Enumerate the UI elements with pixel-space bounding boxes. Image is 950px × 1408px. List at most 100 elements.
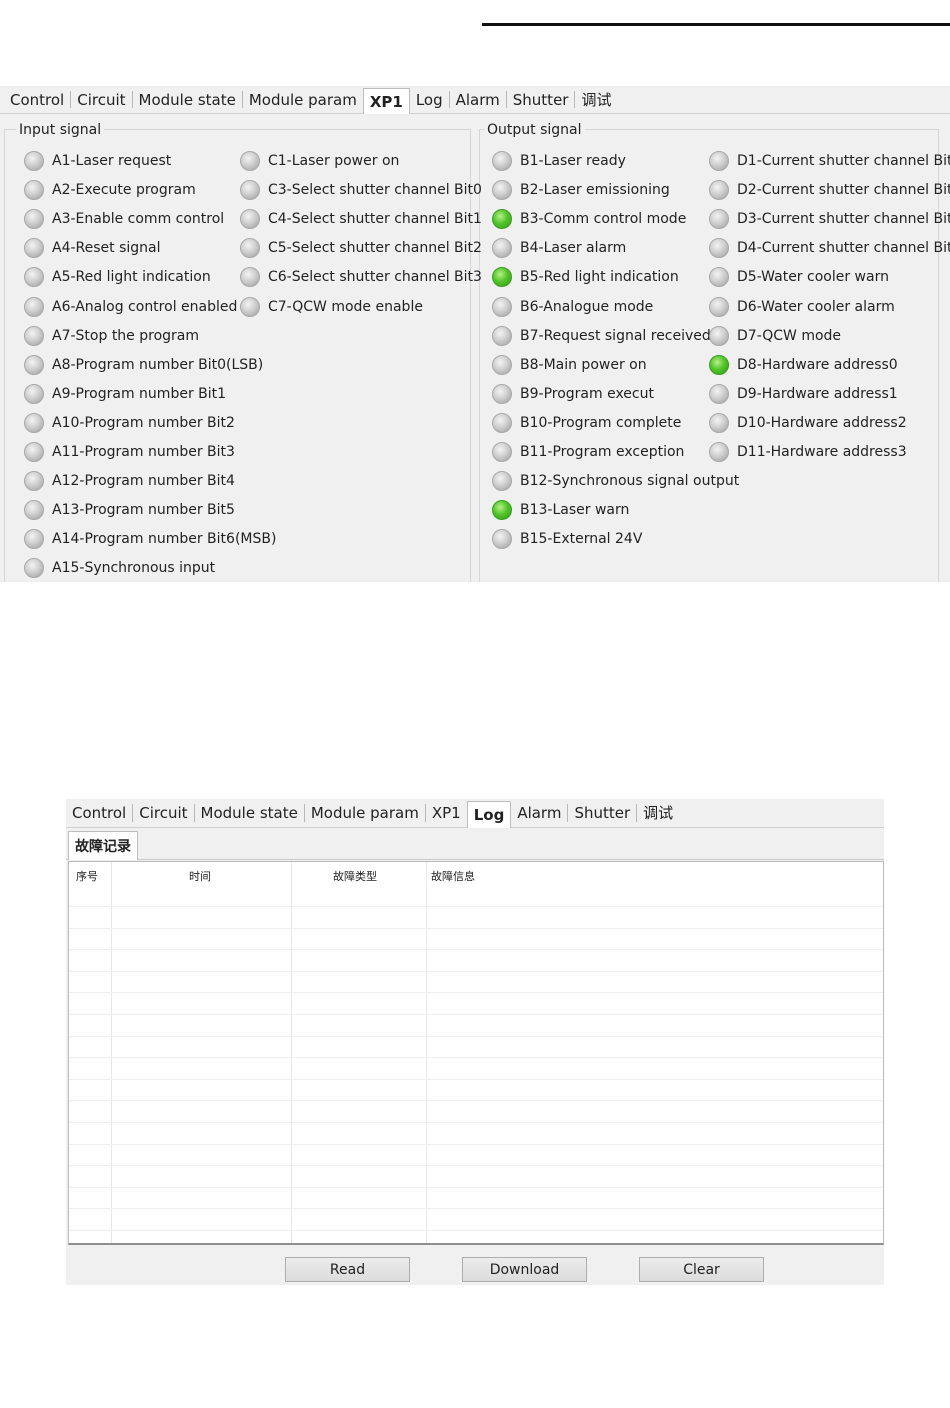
signal-label: A11-Program number Bit3 bbox=[52, 444, 235, 460]
signal-row: A9-Program number Bit1 bbox=[24, 383, 227, 404]
led-indicator-icon bbox=[24, 238, 44, 259]
tab-3[interactable]: Module param bbox=[243, 91, 364, 109]
signal-label: A1-Laser request bbox=[52, 153, 172, 169]
signal-row: D11-Hardware address3 bbox=[709, 442, 907, 462]
tab-7[interactable]: Shutter bbox=[507, 91, 576, 109]
signal-label: A13-Program number Bit5 bbox=[52, 502, 235, 519]
log-subtab-bar: 故障记录 bbox=[66, 828, 884, 860]
signal-row: B12-Synchronous signal output bbox=[492, 471, 740, 492]
signal-row: A11-Program number Bit3 bbox=[24, 442, 235, 462]
led-indicator-icon bbox=[240, 267, 260, 288]
signal-label: A15-Synchronous input bbox=[52, 560, 216, 577]
signal-label: C3-Select shutter channel Bit0 bbox=[268, 182, 482, 199]
led-indicator-icon bbox=[492, 383, 512, 404]
signal-label: A12-Program number Bit4 bbox=[52, 473, 235, 490]
signal-label: D3-Current shutter channel Bit2 bbox=[737, 211, 950, 228]
signal-label: A3-Enable comm control bbox=[52, 211, 225, 228]
signal-row: D6-Water cooler alarm bbox=[709, 296, 895, 317]
signal-label: A4-Reset signal bbox=[52, 240, 161, 257]
tab-4[interactable]: XP1 bbox=[362, 88, 410, 114]
led-indicator-icon bbox=[492, 209, 512, 230]
signal-row: B1-Laser ready bbox=[492, 151, 626, 171]
signal-label: A9-Program number Bit1 bbox=[52, 385, 227, 402]
signal-label: C7-QCW mode enable bbox=[268, 298, 423, 315]
signal-row: B9-Program execut bbox=[492, 383, 654, 404]
signal-row: B15-External 24V bbox=[492, 529, 642, 550]
signal-label: B12-Synchronous signal output bbox=[520, 473, 740, 490]
led-indicator-icon bbox=[240, 238, 260, 259]
signal-label: B1-Laser ready bbox=[520, 153, 626, 169]
tab-fault-record[interactable]: 故障记录 bbox=[68, 831, 138, 860]
tab-3[interactable]: Module param bbox=[305, 804, 426, 822]
signal-label: B4-Laser alarm bbox=[520, 240, 627, 257]
signal-label: D10-Hardware address2 bbox=[737, 414, 907, 431]
tab-2[interactable]: Module state bbox=[133, 91, 243, 109]
signal-row: A15-Synchronous input bbox=[24, 558, 216, 579]
signal-label: D11-Hardware address3 bbox=[737, 444, 907, 460]
signal-row: B2-Laser emissioning bbox=[492, 180, 670, 201]
tab-2[interactable]: Module state bbox=[195, 804, 305, 822]
signal-label: C4-Select shutter channel Bit1 bbox=[268, 211, 482, 228]
led-indicator-icon bbox=[492, 500, 512, 521]
tab-1[interactable]: Circuit bbox=[71, 91, 133, 109]
row-divider bbox=[69, 1186, 883, 1188]
led-indicator-icon bbox=[24, 529, 44, 550]
top-rule-divider bbox=[482, 23, 950, 26]
signal-row: A4-Reset signal bbox=[24, 238, 161, 259]
column-header-fault-info[interactable]: 故障信息 bbox=[431, 868, 475, 884]
tab-0[interactable]: Control bbox=[66, 804, 134, 822]
signal-row: C3-Select shutter channel Bit0 bbox=[240, 180, 482, 201]
signal-label: A7-Stop the program bbox=[52, 327, 199, 344]
signal-row: D1-Current shutter channel Bit0 bbox=[709, 151, 950, 171]
column-header-index[interactable]: 序号 bbox=[76, 868, 98, 884]
led-indicator-icon bbox=[492, 442, 512, 462]
signal-row: A6-Analog control enabled bbox=[24, 296, 237, 317]
signal-row: B4-Laser alarm bbox=[492, 238, 627, 259]
signal-label: B2-Laser emissioning bbox=[520, 182, 670, 199]
xp1-panel: Control Circuit Module state Module param XP… bbox=[0, 86, 950, 582]
led-indicator-icon bbox=[709, 151, 729, 171]
signal-row: A13-Program number Bit5 bbox=[24, 500, 235, 521]
row-divider bbox=[69, 949, 883, 951]
led-indicator-icon bbox=[24, 209, 44, 230]
led-indicator-icon bbox=[709, 442, 729, 462]
led-indicator-icon bbox=[24, 383, 44, 404]
signal-row: A3-Enable comm control bbox=[24, 209, 225, 230]
tab-4[interactable]: XP1 bbox=[426, 804, 468, 822]
signal-row: C7-QCW mode enable bbox=[240, 296, 423, 317]
tab-1[interactable]: Circuit bbox=[133, 804, 195, 822]
led-indicator-icon bbox=[492, 412, 512, 433]
signal-row: D7-QCW mode bbox=[709, 325, 841, 346]
fault-log-table[interactable]: 序号 时间 故障类型 故障信息 bbox=[68, 861, 884, 1245]
signal-label: C6-Select shutter channel Bit3 bbox=[268, 269, 482, 286]
signal-row: C6-Select shutter channel Bit3 bbox=[240, 267, 482, 288]
signal-label: A14-Program number Bit6(MSB) bbox=[52, 531, 277, 548]
led-indicator-icon bbox=[492, 238, 512, 259]
led-indicator-icon bbox=[492, 267, 512, 288]
clear-button[interactable]: Clear bbox=[639, 1257, 764, 1282]
download-button[interactable]: Download bbox=[462, 1257, 587, 1282]
led-indicator-icon bbox=[709, 209, 729, 230]
led-indicator-icon bbox=[24, 412, 44, 433]
row-divider bbox=[69, 1035, 883, 1037]
table-header: 序号 时间 故障类型 故障信息 bbox=[69, 862, 883, 886]
led-indicator-icon bbox=[709, 267, 729, 288]
tab-6[interactable]: Alarm bbox=[511, 804, 569, 822]
signal-row: A10-Program number Bit2 bbox=[24, 412, 235, 433]
column-header-time[interactable]: 时间 bbox=[189, 868, 211, 884]
read-button[interactable]: Read bbox=[285, 1257, 410, 1282]
tab-0[interactable]: Control bbox=[4, 91, 72, 109]
signal-row: A12-Program number Bit4 bbox=[24, 471, 235, 492]
led-indicator-icon bbox=[492, 296, 512, 317]
tab-5[interactable]: Log bbox=[410, 91, 450, 109]
row-divider bbox=[69, 1057, 883, 1059]
tab-7[interactable]: Shutter bbox=[568, 804, 638, 822]
tab-8[interactable]: 调试 bbox=[575, 91, 617, 109]
row-divider bbox=[69, 1208, 883, 1210]
tab-8[interactable]: 调试 bbox=[637, 804, 679, 822]
signal-label: B8-Main power on bbox=[520, 356, 647, 373]
column-header-fault-type[interactable]: 故障类型 bbox=[333, 868, 377, 884]
tab-6[interactable]: Alarm bbox=[450, 91, 507, 109]
tab-5[interactable]: Log bbox=[466, 801, 512, 828]
led-indicator-icon bbox=[240, 180, 260, 201]
